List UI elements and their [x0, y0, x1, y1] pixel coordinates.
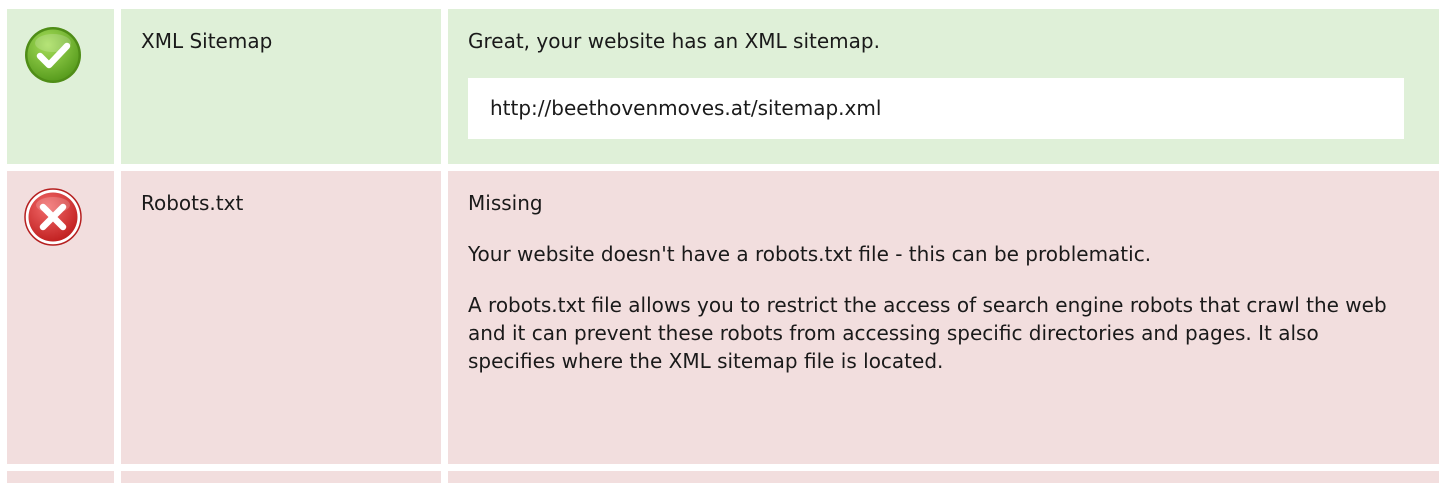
x-circle-icon: [24, 188, 82, 246]
check-name-cell: Robots.txt: [121, 171, 441, 464]
status-cell: [7, 9, 114, 164]
status-cell: [7, 471, 114, 483]
check-detail-cell: Great, your website has an XML sitemap. …: [448, 9, 1439, 164]
check-name: XML Sitemap: [141, 29, 273, 53]
result-row-xml-sitemap: XML Sitemap Great, your website has an X…: [7, 9, 1439, 164]
check-name-cell: [121, 471, 441, 483]
result-row-robots-txt: Robots.txt Missing Your website doesn't …: [7, 171, 1439, 464]
check-name-cell: XML Sitemap: [121, 9, 441, 164]
check-message: Missing: [468, 191, 543, 215]
check-description: A robots.txt file allows you to restrict…: [468, 293, 1387, 373]
status-cell: [7, 171, 114, 464]
check-name: Robots.txt: [141, 191, 244, 215]
check-detail-cell: [448, 471, 1439, 483]
check-message: Great, your website has an XML sitemap.: [468, 29, 880, 53]
sitemap-url: http://beethovenmoves.at/sitemap.xml: [468, 78, 1404, 139]
result-row-partial: [7, 471, 1439, 483]
check-circle-icon: [25, 27, 81, 83]
check-detail-cell: Missing Your website doesn't have a robo…: [448, 171, 1439, 464]
check-explanation: Your website doesn't have a robots.txt f…: [468, 242, 1152, 266]
